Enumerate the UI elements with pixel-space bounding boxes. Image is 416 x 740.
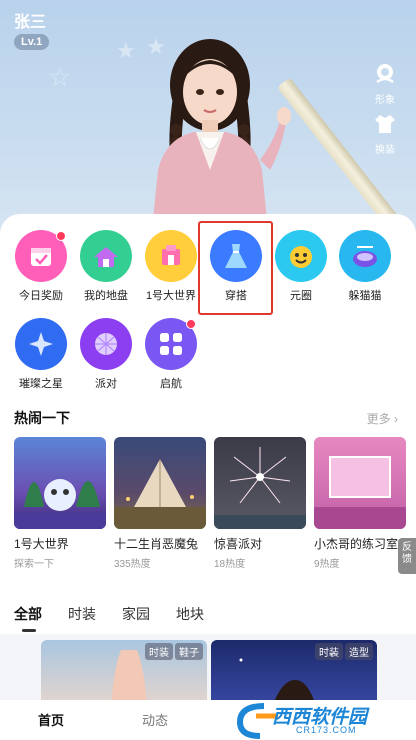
hot-card[interactable]: 1号大世界 探索一下 bbox=[14, 437, 106, 570]
outfit-change-button[interactable]: 换装 bbox=[368, 112, 402, 156]
notification-dot bbox=[186, 319, 196, 329]
grid-item-world-one[interactable]: 1号大世界 bbox=[139, 230, 203, 303]
more-link[interactable]: 更多 › bbox=[367, 410, 398, 427]
grid-item-circle[interactable]: 元圈 bbox=[269, 230, 333, 303]
grid-item-daily-reward[interactable]: 今日奖励 bbox=[9, 230, 73, 303]
tag-group: 时装 鞋子 bbox=[145, 643, 203, 660]
star-icon bbox=[15, 318, 67, 370]
disco-ball-icon bbox=[80, 318, 132, 370]
grid-label: 璀璨之星 bbox=[19, 378, 63, 390]
card-thumbnail bbox=[114, 437, 206, 529]
grid-item-brilliant-star[interactable]: 璀璨之星 bbox=[9, 318, 73, 391]
avatar-shape-icon bbox=[376, 64, 394, 84]
chevron-right-icon: › bbox=[394, 412, 398, 426]
card-sub: 18热度 bbox=[214, 559, 246, 570]
dress-highlight-frame bbox=[198, 221, 273, 315]
star-decoration: ☆ bbox=[48, 62, 72, 92]
grid-label: 今日奖励 bbox=[19, 290, 63, 302]
section-title-hot: 热闹一下 bbox=[14, 410, 70, 426]
tag: 造型 bbox=[345, 643, 373, 660]
outfit-change-icon bbox=[375, 115, 395, 133]
tag-group: 时装 造型 bbox=[315, 643, 373, 660]
grid-item-party[interactable]: 派对 bbox=[74, 318, 138, 391]
more-label: 更多 bbox=[366, 412, 391, 426]
circle-emoji-icon bbox=[275, 230, 327, 282]
grid-label: 1号大世界 bbox=[145, 290, 197, 302]
card-sub: 335热度 bbox=[114, 559, 151, 570]
card-name: 1号大世界 bbox=[14, 537, 69, 551]
grid-label: 躲猫猫 bbox=[348, 290, 382, 302]
card-thumbnail bbox=[14, 437, 106, 529]
tab-fashion[interactable]: 时装 bbox=[68, 604, 96, 624]
tag: 鞋子 bbox=[175, 643, 203, 660]
tag: 时装 bbox=[315, 643, 343, 660]
notification-dot bbox=[56, 231, 66, 241]
card-sub: 9热度 bbox=[314, 559, 340, 570]
watermark-url: CR173.COM bbox=[296, 725, 357, 735]
avatar-shape-button[interactable]: 形象 bbox=[368, 62, 402, 106]
apps-grid-icon bbox=[145, 318, 197, 370]
grid-label: 派对 bbox=[95, 378, 117, 390]
hero-banner: ★ ★ ☆ 张三 Lv.1 形象 换装 bbox=[0, 0, 416, 240]
card-name: 小杰哥的练习室 bbox=[314, 537, 399, 551]
tab-plot[interactable]: 地块 bbox=[176, 604, 204, 624]
card-name: 十二生肖恶魔兔 bbox=[114, 537, 199, 551]
tab-home[interactable]: 家园 bbox=[122, 604, 150, 624]
outfit-change-label: 换装 bbox=[375, 145, 395, 156]
nav-home[interactable]: 首页 bbox=[38, 710, 64, 729]
hot-card[interactable]: 十二生肖恶魔兔 335热度 bbox=[114, 437, 206, 570]
daily-reward-icon bbox=[15, 230, 67, 282]
avatar-shape-label: 形象 bbox=[375, 95, 395, 106]
nav-dynamic[interactable]: 动态 bbox=[142, 710, 168, 729]
hide-seek-icon bbox=[339, 230, 391, 282]
grid-label: 元圈 bbox=[290, 290, 312, 302]
tag: 时装 bbox=[145, 643, 173, 660]
avatar-character[interactable] bbox=[110, 20, 310, 240]
grid-label: 启航 bbox=[160, 378, 182, 390]
feedback-button[interactable]: 反馈 bbox=[398, 538, 416, 574]
world-one-icon bbox=[145, 230, 197, 282]
watermark: 西西软件园 CR173.COM bbox=[226, 700, 416, 740]
card-name: 惊喜派对 bbox=[214, 537, 263, 551]
hot-card[interactable]: 小杰哥的练习室 9热度 bbox=[314, 437, 406, 570]
grid-item-launch[interactable]: 启航 bbox=[139, 318, 203, 391]
grid-label: 我的地盘 bbox=[84, 290, 128, 302]
tab-all[interactable]: 全部 bbox=[14, 604, 42, 632]
card-thumbnail bbox=[214, 437, 306, 529]
grid-item-hide-seek[interactable]: 躲猫猫 bbox=[333, 230, 397, 303]
level-badge: Lv.1 bbox=[14, 34, 50, 50]
my-territory-icon bbox=[80, 230, 132, 282]
card-thumbnail bbox=[314, 437, 406, 529]
card-sub: 探索一下 bbox=[14, 559, 54, 570]
grid-item-my-territory[interactable]: 我的地盘 bbox=[74, 230, 138, 303]
hot-card[interactable]: 惊喜派对 18热度 bbox=[214, 437, 306, 570]
category-tabs: 全部 时装 家园 地块 bbox=[14, 604, 204, 632]
username: 张三 bbox=[14, 14, 47, 31]
